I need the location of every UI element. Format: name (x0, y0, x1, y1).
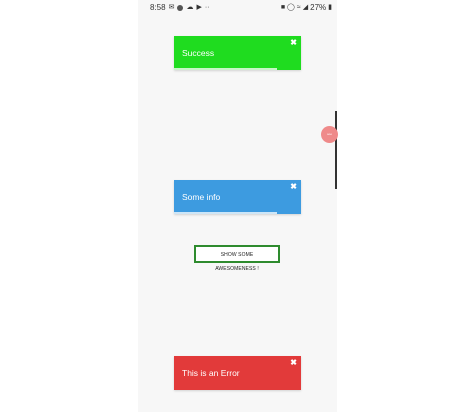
floating-bubble[interactable]: ooo (321, 126, 338, 143)
close-icon[interactable]: ✖ (290, 38, 297, 47)
show-awesomeness-button[interactable]: SHOW SOME AWESOMENESS ! (194, 245, 280, 272)
lock-icon: ■ (280, 3, 286, 11)
close-icon[interactable]: ✖ (290, 182, 297, 191)
toast-error-text: This is an Error (182, 368, 240, 378)
battery-icon: ▮ (328, 3, 332, 11)
toast-error[interactable]: This is an Error ✖ (174, 356, 301, 390)
more-dots: ·· (204, 3, 210, 11)
status-bar: 8:58 ✉ ☁ ▶ ·· ■ ◯ ≈ ◢ 27% ▮ (138, 0, 337, 16)
toast-info-text: Some info (182, 192, 221, 202)
toast-success-text: Success (182, 48, 215, 58)
battery-percent: 27% (310, 3, 327, 12)
status-right: ■ ◯ ≈ ◢ 27% ▮ (281, 3, 332, 12)
status-time: 8:58 (150, 3, 166, 12)
mail-icon: ✉ (168, 3, 175, 11)
toast-info[interactable]: Some info ✖ (174, 180, 301, 214)
alarm-icon: ◯ (287, 3, 295, 11)
youtube-icon: ▶ (196, 3, 202, 11)
toast-info-progress (174, 212, 277, 214)
close-icon[interactable]: ✖ (290, 358, 297, 367)
phone-screen: 8:58 ✉ ☁ ▶ ·· ■ ◯ ≈ ◢ 27% ▮ Success ✖ So… (138, 0, 337, 412)
signal-icon: ◢ (302, 3, 309, 11)
wifi-icon: ≈ (296, 3, 301, 11)
toast-success-progress (174, 68, 277, 70)
messenger-icon (177, 4, 184, 11)
toast-success[interactable]: Success ✖ (174, 36, 301, 70)
cloud-icon: ☁ (186, 3, 194, 11)
edge-panel-handle[interactable] (335, 111, 337, 189)
status-left: 8:58 ✉ ☁ ▶ ·· (150, 3, 210, 12)
